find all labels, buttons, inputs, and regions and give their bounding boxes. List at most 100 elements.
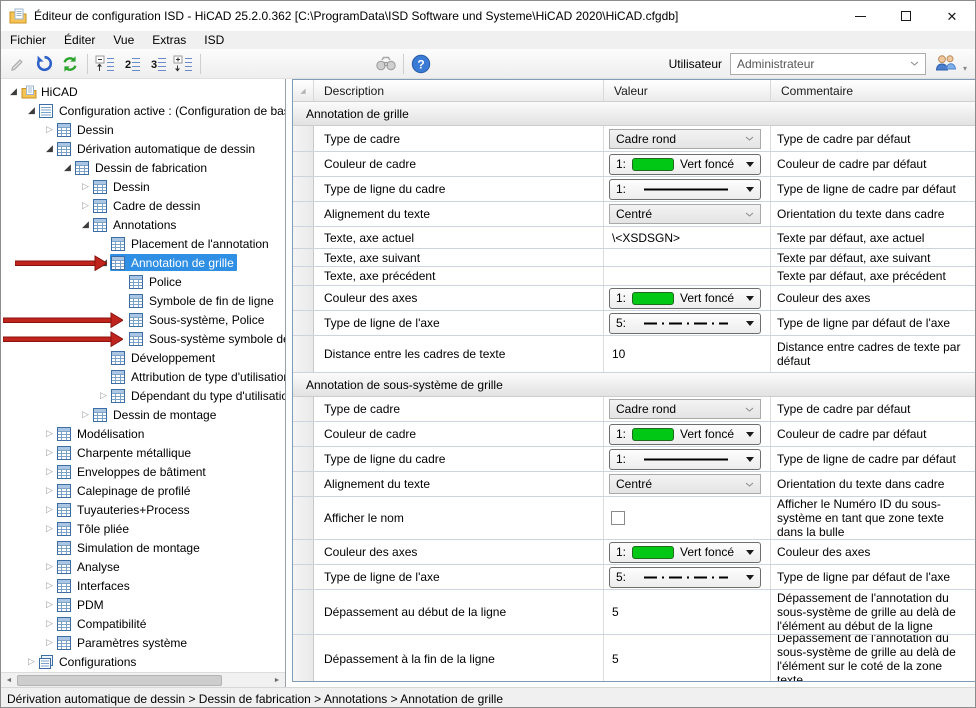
color-dropdown[interactable]: 1:Vert foncé [609, 424, 761, 445]
tree-item[interactable]: Développement [1, 348, 285, 367]
tree-expand-icon[interactable]: ▷ [25, 652, 38, 671]
tree-item[interactable]: ▷Paramètres système [1, 633, 285, 652]
tree-item[interactable]: ▷Compatibilité [1, 614, 285, 633]
tree-expand-icon[interactable]: ▷ [43, 500, 56, 519]
row-selector[interactable] [293, 540, 314, 564]
collapse-tree-button[interactable] [92, 52, 118, 76]
row-selector[interactable] [293, 590, 314, 634]
linetype-dropdown[interactable]: 1: [609, 179, 761, 200]
tree-expand-icon[interactable]: ▷ [43, 519, 56, 538]
tree-item[interactable]: ▷Tôle pliée [1, 519, 285, 538]
minimize-button[interactable] [837, 1, 883, 31]
checkbox[interactable] [611, 511, 625, 525]
row-selector[interactable] [293, 249, 314, 266]
tree-collapse-icon[interactable]: ◢ [97, 253, 110, 272]
value-text[interactable]: \<XSDSGN> [612, 231, 680, 245]
tree-item[interactable]: ▷Charpente métallique [1, 443, 285, 462]
row-selector[interactable] [293, 336, 314, 372]
tree-item[interactable]: ▷Tuyauteries+Process [1, 500, 285, 519]
tree-expand-icon[interactable]: ▷ [43, 481, 56, 500]
tree-expand-icon[interactable]: ▷ [43, 595, 56, 614]
maximize-button[interactable] [883, 1, 929, 31]
row-selector[interactable] [293, 126, 314, 151]
tree-item[interactable]: ▷Configurations [1, 652, 285, 671]
tree-expand-icon[interactable]: ▷ [43, 443, 56, 462]
tree-item[interactable]: ▷Dessin de montage [1, 405, 285, 424]
row-selector[interactable] [293, 152, 314, 176]
row-selector[interactable] [293, 267, 314, 285]
tree-expand-icon[interactable]: ▷ [43, 633, 56, 652]
tree-collapse-icon[interactable]: ◢ [61, 158, 74, 177]
row-selector[interactable] [293, 635, 314, 682]
refresh-button[interactable] [57, 52, 83, 76]
tree-collapse-icon[interactable]: ◢ [25, 101, 38, 120]
color-dropdown[interactable]: 1:Vert foncé [609, 542, 761, 563]
menu-item-diter[interactable]: Éditer [55, 31, 104, 49]
tree-item[interactable]: Symbole de fin de ligne [1, 291, 285, 310]
close-button[interactable]: ✕ [929, 1, 975, 31]
value-dropdown[interactable]: Cadre rond [609, 399, 761, 419]
tree-collapse-icon[interactable]: ◢ [7, 82, 20, 101]
tree-item[interactable]: ◢Annotations [1, 215, 285, 234]
linetype-dropdown[interactable]: 1: [609, 449, 761, 470]
tree-expand-icon[interactable]: ▷ [43, 120, 56, 139]
scroll-right-icon[interactable]: ► [269, 673, 285, 688]
user-select[interactable]: Administrateur [730, 53, 926, 75]
tree-item[interactable]: ▷Dessin [1, 120, 285, 139]
tree-item[interactable]: Sous-système, Police [1, 310, 285, 329]
undo-button[interactable] [31, 52, 57, 76]
tree-item[interactable]: ◢Configuration active : (Configuration d… [1, 101, 285, 120]
tree-item[interactable]: Simulation de montage [1, 538, 285, 557]
expand-level-2-button[interactable]: 2 [118, 52, 144, 76]
tree-item[interactable]: ▷PDM [1, 595, 285, 614]
toolbar-overflow-button[interactable]: ▾ [959, 52, 971, 76]
section-header[interactable]: Annotation de grille [293, 102, 975, 126]
tree-item[interactable]: ▷Analyse [1, 557, 285, 576]
row-selector[interactable] [293, 497, 314, 539]
tree-expand-icon[interactable]: ▷ [43, 424, 56, 443]
tree-horizontal-scrollbar[interactable]: ◄ ► [1, 672, 285, 687]
tree-collapse-icon[interactable]: ◢ [79, 215, 92, 234]
row-selector[interactable] [293, 422, 314, 446]
edit-pencil-button[interactable] [5, 52, 31, 76]
tree-item[interactable]: ◢HiCAD [1, 82, 285, 101]
column-header-description[interactable]: Description [314, 80, 604, 101]
tree-item[interactable]: ◢Annotation de grille [1, 253, 285, 272]
row-selector[interactable] [293, 565, 314, 589]
row-selector[interactable] [293, 177, 314, 201]
column-header-valeur[interactable]: Valeur [604, 80, 771, 101]
find-button[interactable] [373, 52, 399, 76]
linetype-dropdown[interactable]: 5: [609, 313, 761, 334]
scroll-left-icon[interactable]: ◄ [1, 673, 17, 688]
tree-item[interactable]: ▷Calepinage de profilé [1, 481, 285, 500]
row-selector[interactable] [293, 397, 314, 421]
tree-expand-icon[interactable]: ▷ [79, 405, 92, 424]
value-dropdown[interactable]: Centré [609, 204, 761, 224]
value-text[interactable]: 10 [612, 347, 625, 361]
expand-level-3-button[interactable]: 3 [144, 52, 170, 76]
row-selector[interactable] [293, 447, 314, 471]
tree-item[interactable]: ◢Dérivation automatique de dessin [1, 139, 285, 158]
column-header-commentaire[interactable]: Commentaire [771, 80, 975, 101]
row-selector[interactable] [293, 472, 314, 496]
value-dropdown[interactable]: Centré [609, 474, 761, 494]
row-selector[interactable] [293, 202, 314, 226]
row-selector[interactable] [293, 311, 314, 335]
tree-collapse-icon[interactable]: ◢ [43, 139, 56, 158]
color-dropdown[interactable]: 1:Vert foncé [609, 288, 761, 309]
tree-item[interactable]: ▷Interfaces [1, 576, 285, 595]
tree-expand-icon[interactable]: ▷ [43, 576, 56, 595]
section-header[interactable]: Annotation de sous-système de grille [293, 373, 975, 397]
menu-item-vue[interactable]: Vue [104, 31, 143, 49]
help-button[interactable]: ? [408, 52, 434, 76]
tree-expand-icon[interactable]: ▷ [97, 386, 110, 405]
users-button[interactable] [931, 52, 959, 76]
tree-item[interactable]: Placement de l'annotation [1, 234, 285, 253]
tree-item[interactable]: ▷Enveloppes de bâtiment [1, 462, 285, 481]
color-dropdown[interactable]: 1:Vert foncé [609, 154, 761, 175]
menu-item-extras[interactable]: Extras [143, 31, 195, 49]
value-text[interactable]: 5 [612, 605, 619, 619]
tree-item[interactable]: Attribution de type d'utilisation [1, 367, 285, 386]
row-selector[interactable] [293, 286, 314, 310]
tree-item[interactable]: ◢Dessin de fabrication [1, 158, 285, 177]
